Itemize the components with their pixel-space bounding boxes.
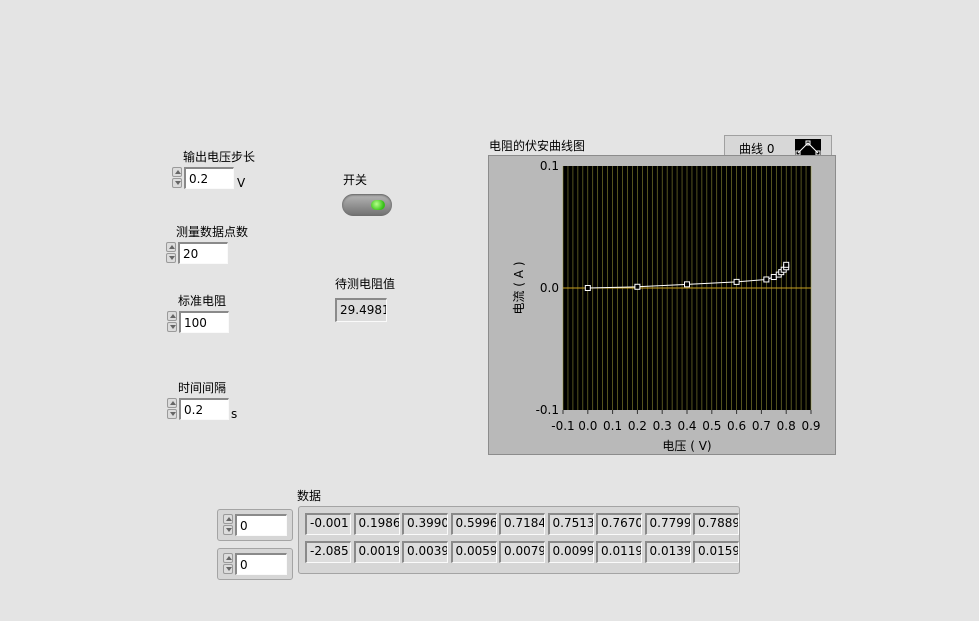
interval-spinner[interactable]	[166, 398, 178, 420]
step-label: 输出电压步长	[183, 150, 256, 164]
points-input[interactable]: 20	[178, 242, 228, 264]
line-style-icon[interactable]	[795, 139, 821, 156]
power-switch[interactable]	[342, 194, 392, 216]
index-col-input[interactable]: 0	[235, 553, 287, 575]
array-cell[interactable]: 0.0019	[353, 541, 400, 563]
x-tick-label: 0.4	[677, 419, 696, 433]
array-cell[interactable]: 0.0119	[596, 541, 642, 563]
index-row-control[interactable]: 0	[222, 514, 290, 536]
increment-arrow-icon[interactable]	[167, 398, 177, 408]
array-cell[interactable]: 0.0099	[547, 541, 594, 563]
index-col-spinner[interactable]	[222, 553, 234, 575]
decrement-arrow-icon[interactable]	[223, 525, 233, 535]
led-indicator-icon	[371, 200, 385, 210]
x-tick-label: -0.1	[551, 419, 574, 433]
data-point	[783, 261, 790, 268]
y-tick-label: 0.1	[540, 159, 559, 173]
array-cell[interactable]: -0.001	[305, 513, 351, 535]
array-cell[interactable]: 0.7799	[644, 513, 691, 535]
increment-arrow-icon[interactable]	[223, 514, 233, 524]
x-tick-label: 0.0	[578, 419, 597, 433]
x-tick-label: 0.6	[727, 419, 746, 433]
chart-svg: -0.1 0.0 0.1 0.2 0.3 0.4 0.5 0.6 0.7 0.8 0.9 0.1 0.0…	[512, 159, 821, 453]
x-tick-label: 0.3	[653, 419, 672, 433]
decrement-arrow-icon[interactable]	[172, 178, 182, 188]
decrement-arrow-icon[interactable]	[166, 253, 176, 263]
step-spinner[interactable]	[171, 167, 183, 189]
array-cell[interactable]: 0.0039	[402, 541, 448, 563]
array-index-col[interactable]: 0	[217, 548, 293, 580]
x-tick-label: 0.2	[628, 419, 647, 433]
std-res-input[interactable]: 100	[179, 311, 229, 333]
x-axis-label: 电压 ( V)	[662, 439, 711, 453]
data-point	[733, 278, 740, 285]
array-cell[interactable]: 0.0079	[499, 541, 545, 563]
points-spinner[interactable]	[165, 242, 177, 264]
array-cell[interactable]: 0.5996	[450, 513, 497, 535]
array-cell[interactable]: 0.7513	[547, 513, 594, 535]
array-cell[interactable]: 0.3990	[402, 513, 448, 535]
interval-control[interactable]: 0.2	[166, 398, 231, 420]
y-axis-label: 电流 ( A )	[512, 261, 526, 314]
decrement-arrow-icon[interactable]	[223, 564, 233, 574]
data-point	[584, 285, 591, 291]
decrement-arrow-icon[interactable]	[167, 409, 177, 419]
switch-label: 开关	[343, 173, 368, 187]
increment-arrow-icon[interactable]	[172, 167, 182, 177]
index-col-control[interactable]: 0	[222, 553, 290, 575]
points-label: 测量数据点数	[176, 225, 249, 239]
graph-title: 电阻的伏安曲线图	[489, 139, 586, 153]
y-tick-label: 0.0	[540, 281, 559, 295]
data-point	[684, 281, 690, 288]
x-tick-label: 0.8	[777, 419, 796, 433]
interval-label: 时间间隔	[178, 381, 227, 395]
array-cell[interactable]: 0.0059	[450, 541, 497, 563]
array-cell[interactable]: 0.7184	[499, 513, 545, 535]
x-tick-label: 0.1	[603, 419, 622, 433]
decrement-arrow-icon[interactable]	[167, 322, 177, 332]
data-array: -0.001 0.1986 0.3990 0.5996 0.7184 0.7513 0.76…	[298, 506, 740, 574]
step-unit: V	[237, 176, 246, 190]
step-input[interactable]: 0.2	[184, 167, 234, 189]
array-cell[interactable]: 0.7670	[596, 513, 642, 535]
std-res-control[interactable]: 100	[166, 311, 231, 333]
step-control[interactable]: 0.2	[171, 167, 241, 189]
array-cell[interactable]: 0.0139	[644, 541, 691, 563]
data-point	[634, 283, 641, 290]
array-cell[interactable]: 0.0159	[693, 541, 739, 563]
array-cell[interactable]: 0.7889	[693, 513, 739, 535]
x-tick-label: 0.7	[752, 419, 771, 433]
array-label: 数据	[297, 489, 322, 503]
resistance-indicator: 29.4981	[335, 298, 387, 322]
data-point	[770, 274, 777, 281]
y-tick-label: -0.1	[536, 403, 559, 417]
index-row-input[interactable]: 0	[235, 514, 287, 536]
array-cell[interactable]: 0.1986	[353, 513, 400, 535]
points-control[interactable]: 20	[165, 242, 230, 264]
resistance-label: 待测电阻值	[335, 277, 396, 291]
increment-arrow-icon[interactable]	[223, 553, 233, 563]
std-res-label: 标准电阻	[178, 294, 227, 308]
x-tick-label: 0.5	[702, 419, 721, 433]
waveform-graph[interactable]: -0.1 0.0 0.1 0.2 0.3 0.4 0.5 0.6 0.7 0.8 0.9 0.1 0.0…	[488, 155, 836, 455]
index-row-spinner[interactable]	[222, 514, 234, 536]
array-index-row[interactable]: 0	[217, 509, 293, 541]
interval-input[interactable]: 0.2	[179, 398, 229, 420]
std-res-spinner[interactable]	[166, 311, 178, 333]
increment-arrow-icon[interactable]	[166, 242, 176, 252]
data-point	[763, 276, 770, 283]
increment-arrow-icon[interactable]	[167, 311, 177, 321]
array-cell[interactable]: -2.085	[305, 541, 351, 563]
x-tick-label: 0.9	[801, 419, 820, 433]
interval-unit: s	[231, 407, 238, 421]
